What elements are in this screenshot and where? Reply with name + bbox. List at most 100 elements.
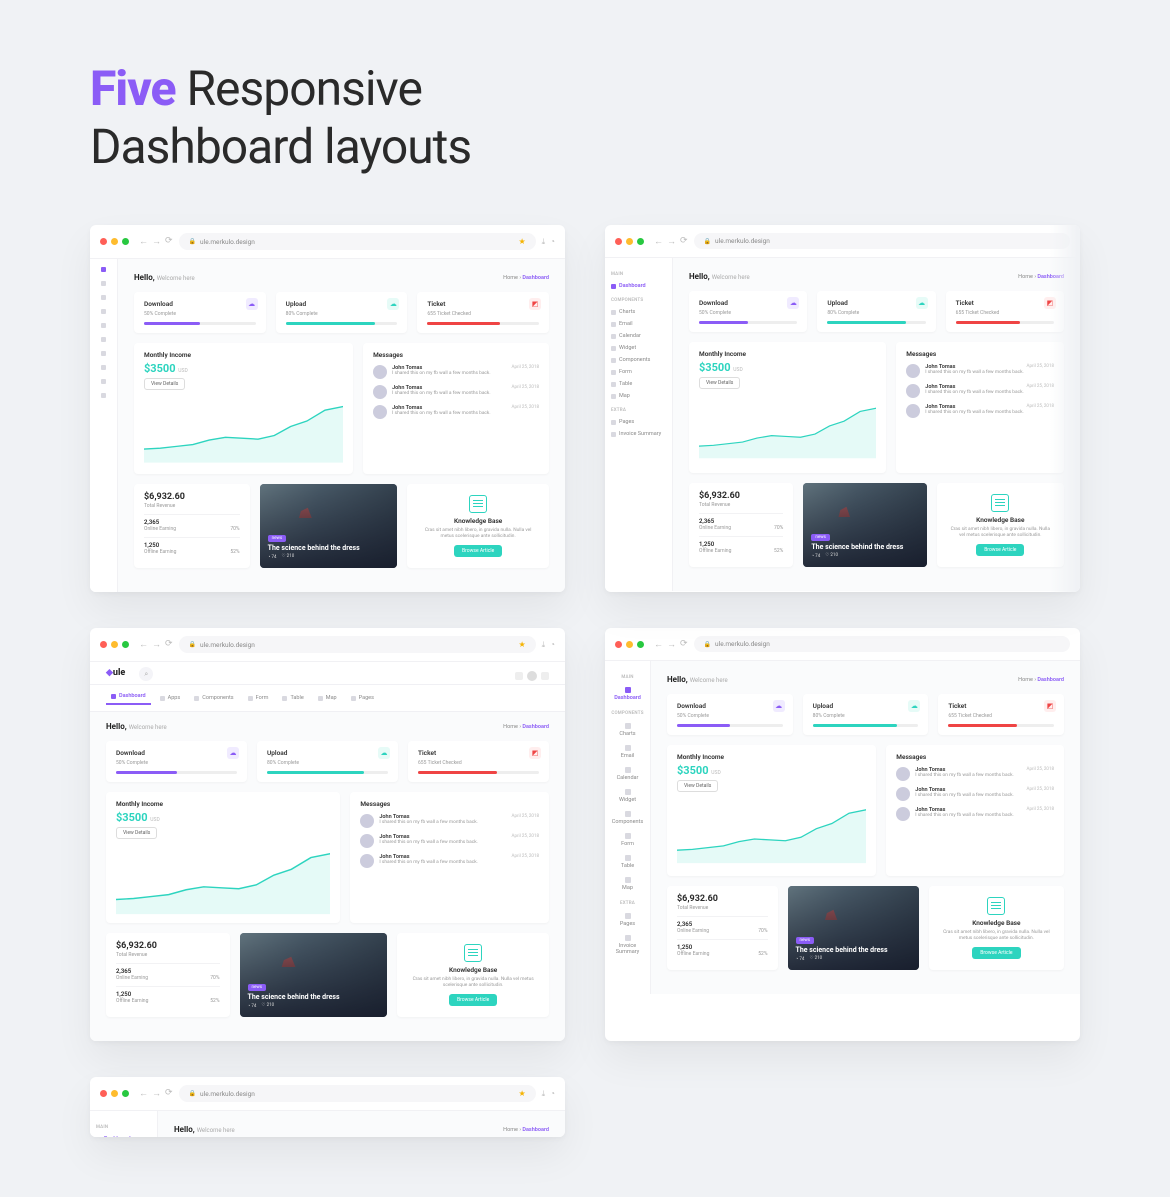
message-item[interactable]: April 25, 2018John TomasI shared this on… (360, 834, 539, 848)
sidebar-item[interactable]: Calendar (611, 763, 644, 785)
sidebar-item-dashboard[interactable]: Dashboard (96, 1133, 151, 1137)
avatar[interactable] (527, 671, 537, 681)
sidebar-item[interactable]: Components (611, 354, 666, 366)
bookmark-icon: ★ (518, 237, 525, 246)
browse-article-button[interactable]: Browse Article (454, 545, 502, 557)
article-card[interactable]: news The science behind the dress ◔ 74♡ … (260, 484, 398, 568)
forward-icon[interactable]: → (152, 236, 161, 247)
sidebar-item[interactable]: Map (611, 873, 644, 895)
sidebar-item[interactable]: Invoice Summary (611, 931, 644, 959)
url-bar[interactable]: 🔒ule.merkulo.design (694, 233, 1070, 249)
rail-item[interactable] (101, 281, 106, 286)
rail-item[interactable] (101, 351, 106, 356)
stat-download[interactable]: Download50% Complete ☁ (106, 741, 247, 782)
message-item[interactable]: April 25, 2018John TomasI shared this on… (896, 807, 1054, 821)
stat-ticket[interactable]: Ticket655 Ticket Checked ◩ (408, 741, 549, 782)
sidebar-item-dashboard[interactable]: Dashboard (611, 683, 644, 705)
article-card[interactable]: news The science behind the dress ◔ 74♡ … (803, 483, 926, 567)
nav-tab[interactable]: Form (243, 691, 274, 705)
nav-tab[interactable]: Pages (346, 691, 379, 705)
url-bar[interactable]: 🔒ule.merkulo.design★ (179, 1085, 536, 1102)
message-item[interactable]: April 25, 2018John TomasI shared this on… (906, 364, 1054, 378)
greeting: Hello, Welcome here (667, 675, 728, 684)
nav-tab[interactable]: Apps (155, 691, 186, 705)
sidebar-item[interactable]: Pages (611, 416, 666, 428)
sidebar-item[interactable]: Map (611, 390, 666, 402)
article-card[interactable]: news The science behind the dress ◔ 74♡ … (788, 886, 919, 970)
stat-ticket[interactable]: Ticket655 Ticket Checked ◩ (946, 291, 1064, 332)
back-icon[interactable]: ← (139, 236, 148, 247)
message-item[interactable]: April 25, 2018John TomasI shared this on… (373, 365, 539, 379)
rail-item[interactable] (101, 365, 106, 370)
avatar (906, 364, 920, 378)
reload-icon[interactable]: ⟳ (165, 236, 173, 247)
view-details-button[interactable]: View Details (699, 377, 740, 389)
sidebar-item[interactable]: Charts (611, 719, 644, 741)
stat-download[interactable]: Download50% Complete ☁ (667, 694, 793, 735)
rail-item[interactable] (101, 323, 106, 328)
avatar (896, 787, 910, 801)
sidebar-item[interactable]: Table (611, 851, 644, 873)
stat-download[interactable]: Download50% Complete ☁ (689, 291, 807, 332)
message-item[interactable]: April 25, 2018John TomasI shared this on… (906, 404, 1054, 418)
stat-ticket[interactable]: Ticket655 Ticket Checked ◩ (417, 292, 549, 333)
rail-item[interactable] (101, 393, 106, 398)
sidebar-item[interactable]: Invoice Summary (611, 428, 666, 440)
income-chart (144, 396, 343, 466)
stat-download[interactable]: Download50% Complete ☁ (134, 292, 266, 333)
browse-article-button[interactable]: Browse Article (972, 947, 1020, 959)
sidebar-item[interactable]: Table (611, 378, 666, 390)
message-item[interactable]: April 25, 2018John TomasI shared this on… (373, 405, 539, 419)
revenue-card: $6,932.60 Total Revenue 2,365Online Earn… (667, 886, 778, 970)
stat-upload[interactable]: Upload80% Complete ☁ (257, 741, 398, 782)
menu-icon[interactable] (541, 672, 549, 680)
sidebar-item[interactable]: Email (611, 741, 644, 763)
rail-item[interactable] (101, 379, 106, 384)
sidebar-item[interactable]: Form (611, 829, 644, 851)
message-item[interactable]: April 25, 2018John TomasI shared this on… (896, 787, 1054, 801)
search-icon[interactable]: ⌕ (139, 667, 153, 681)
nav-tab[interactable]: Map (313, 691, 342, 705)
url-bar[interactable]: 🔒ule.merkulo.design★ (179, 233, 536, 250)
view-details-button[interactable]: View Details (677, 780, 718, 792)
notif-icon[interactable] (515, 672, 523, 680)
sidebar-item[interactable]: Email (611, 318, 666, 330)
sidebar-item[interactable]: Calendar (611, 330, 666, 342)
ticket-icon: ◩ (1044, 700, 1056, 712)
rail-item[interactable] (101, 337, 106, 342)
view-details-button[interactable]: View Details (116, 827, 157, 839)
knowledge-base-card: Knowledge Base Cras sit amet nibh libero… (937, 483, 1064, 567)
income-chart (699, 395, 876, 465)
nav-tab[interactable]: Table (277, 691, 308, 705)
message-item[interactable]: April 25, 2018John TomasI shared this on… (360, 814, 539, 828)
sidebar-item[interactable]: Widget (611, 342, 666, 354)
stat-ticket[interactable]: Ticket655 Ticket Checked ◩ (938, 694, 1064, 735)
sidebar-item[interactable]: Components (611, 807, 644, 829)
article-card[interactable]: news The science behind the dress ◔ 74♡ … (240, 933, 388, 1017)
message-item[interactable]: April 25, 2018John TomasI shared this on… (360, 854, 539, 868)
heading-accent: Five (90, 60, 176, 117)
stat-upload[interactable]: Upload80% Complete ☁ (276, 292, 408, 333)
browse-article-button[interactable]: Browse Article (976, 544, 1024, 556)
browse-article-button[interactable]: Browse Article (449, 994, 497, 1006)
url-bar[interactable]: 🔒ule.merkulo.design★ (179, 636, 536, 653)
rail-item[interactable] (101, 309, 106, 314)
sidebar-item[interactable]: Charts (611, 306, 666, 318)
rail-item[interactable] (101, 295, 106, 300)
nav-tab[interactable]: Components (189, 691, 238, 705)
messages-card: Messages April 25, 2018John TomasI share… (896, 342, 1064, 473)
stat-upload[interactable]: Upload80% Complete ☁ (817, 291, 935, 332)
stat-upload[interactable]: Upload80% Complete ☁ (803, 694, 929, 735)
sidebar-item[interactable]: Widget (611, 785, 644, 807)
rail-item[interactable] (101, 267, 106, 272)
sidebar-item[interactable]: Pages (611, 909, 644, 931)
url-bar[interactable]: 🔒ule.merkulo.design (694, 636, 1070, 652)
sidebar-item[interactable]: Form (611, 366, 666, 378)
nav-tab[interactable]: Dashboard (106, 691, 151, 705)
view-details-button[interactable]: View Details (144, 378, 185, 390)
message-item[interactable]: April 25, 2018John TomasI shared this on… (906, 384, 1054, 398)
message-item[interactable]: April 25, 2018John TomasI shared this on… (373, 385, 539, 399)
message-item[interactable]: April 25, 2018John TomasI shared this on… (896, 767, 1054, 781)
sidebar-item-dashboard[interactable]: Dashboard (611, 280, 666, 292)
document-icon (469, 495, 487, 513)
